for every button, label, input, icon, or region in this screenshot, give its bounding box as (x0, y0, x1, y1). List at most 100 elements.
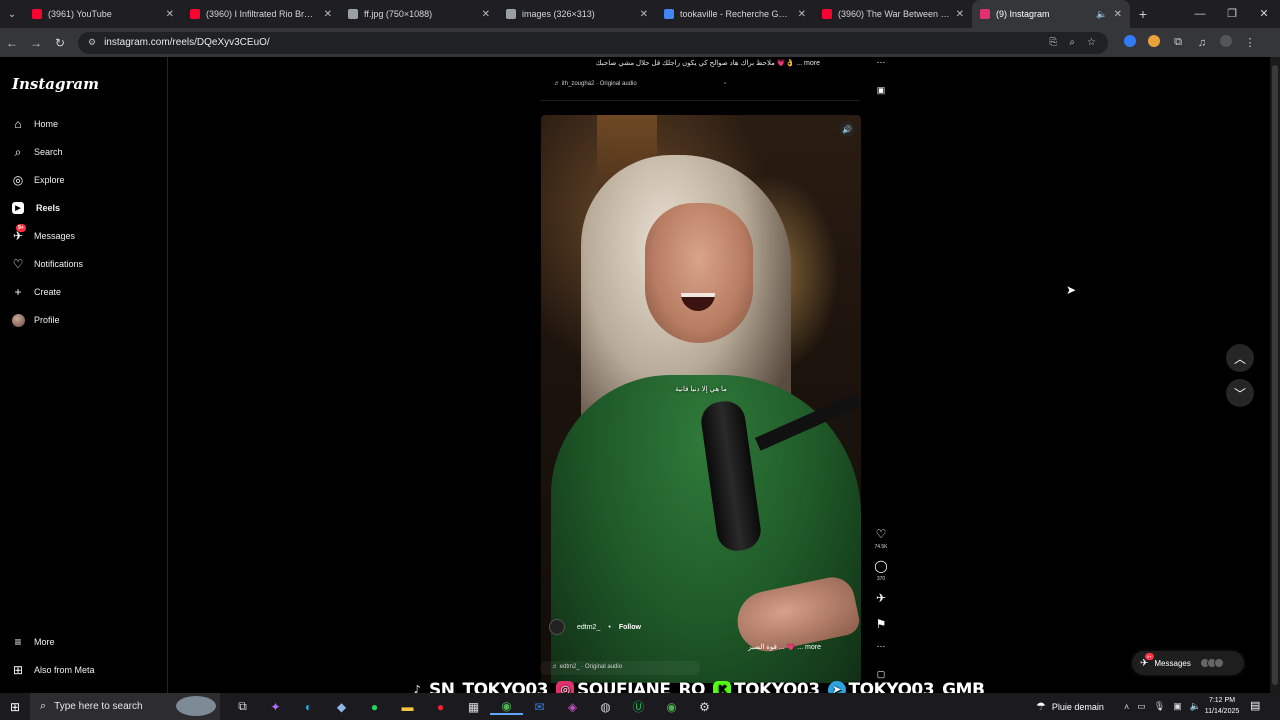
previous-reel-audio-thumb[interactable]: ▫ (724, 81, 726, 87)
close-window-icon[interactable]: ✕ (1248, 0, 1280, 28)
reels-feed[interactable]: ملاحظ براك هاد صوالح كي يكون راجلك قل حل… (168, 57, 1270, 693)
page-scrollbar[interactable] (1270, 57, 1280, 693)
scrollbar-thumb[interactable] (1272, 65, 1278, 685)
avatar[interactable] (549, 619, 565, 635)
forward-icon[interactable]: → (24, 36, 48, 50)
zoom-icon[interactable]: ⌕ (1069, 37, 1075, 48)
sidebar-item-messages[interactable]: ✈ 9+ Messages (10, 224, 75, 247)
windows-start-icon[interactable]: ⊞ (0, 700, 30, 714)
back-icon[interactable]: ← (0, 36, 24, 50)
tray-app-icon[interactable]: ▭ (1137, 701, 1146, 712)
sidebar-item-create[interactable]: + Create (10, 281, 61, 303)
weather-widget[interactable]: ☂ Pluie demain (1036, 693, 1104, 720)
sidebar-item-explore[interactable]: ◎ Explore (10, 169, 65, 191)
edge-icon[interactable]: ◐ (292, 700, 325, 714)
browser-tab[interactable]: ff.jpg (750×1088) ✕ (340, 0, 498, 28)
author-username[interactable]: edtm2_ (577, 624, 600, 631)
browser-tab[interactable]: tookaville - Recherche Google ✕ (656, 0, 814, 28)
sidebar-item-profile[interactable]: Profile (10, 309, 60, 331)
extensions-puzzle-icon[interactable]: ⧉ (1166, 36, 1190, 49)
globe-icon (506, 9, 516, 19)
close-tab-icon[interactable]: ✕ (166, 9, 174, 20)
messages-floating-button[interactable]: ✈ 9+ Messages (1132, 651, 1244, 675)
minimize-icon[interactable]: — (1184, 0, 1216, 28)
avatar (10, 312, 26, 328)
browser-tab[interactable]: (9) Instagram 🔈 ✕ (972, 0, 1130, 28)
weather-text: Pluie demain (1051, 701, 1104, 712)
network-icon[interactable]: ▣ (1173, 701, 1182, 712)
reels-icon: ▶ (12, 202, 24, 214)
close-tab-icon[interactable]: ✕ (1114, 9, 1122, 20)
sidebar-item-reels[interactable]: ▶ Reels (10, 197, 60, 219)
sidebar-item-also-from-meta[interactable]: ⊞ Also from Meta (10, 659, 95, 681)
copilot-icon[interactable]: ✦ (259, 700, 292, 714)
more-options-icon[interactable]: ⋯ (868, 641, 894, 652)
extension-blue-icon[interactable] (1118, 35, 1142, 50)
outlook-icon[interactable]: ✉ (523, 700, 556, 714)
browser-tab[interactable]: (3961) YouTube ✕ (24, 0, 182, 28)
instagram-logo[interactable]: Instagram (12, 75, 99, 93)
previous-reel-caption[interactable]: ملاحظ براك هاد صوالح كي يكون راجلك قل حل… (596, 59, 820, 67)
taskbar-clock[interactable]: 7:12 PM 11/14/2025 (1200, 695, 1244, 717)
taskbar-search[interactable]: ⌕ Type here to search (30, 693, 220, 720)
file-explorer-icon[interactable]: ▬ (391, 700, 424, 714)
close-tab-icon[interactable]: ✕ (482, 9, 490, 20)
bookmark-star-icon[interactable]: ☆ (1087, 37, 1096, 48)
messages-label: Messages (1154, 658, 1191, 668)
comment-button[interactable]: ◯ 370 (868, 557, 894, 582)
share-button[interactable]: ✈ (868, 589, 894, 607)
close-tab-icon[interactable]: ✕ (640, 9, 648, 20)
audio-thumbnail-icon[interactable]: ▣ (868, 85, 894, 96)
browser-tab[interactable]: (3960) The War Between "O-Bl ✕ (814, 0, 972, 28)
search-placeholder: Type here to search (54, 701, 143, 712)
chevron-up-icon[interactable]: ˄ (1124, 702, 1129, 712)
sidebar-item-notifications[interactable]: ♡ Notifications (10, 253, 83, 275)
reload-icon[interactable]: ↻ (48, 36, 72, 50)
close-tab-icon[interactable]: ✕ (956, 9, 964, 20)
media-control-icon[interactable]: ♫ (1190, 37, 1214, 49)
sidebar-item-home[interactable]: ⌂ Home (10, 113, 58, 135)
previous-reel-button[interactable]: ︿ (1226, 344, 1254, 372)
like-button[interactable]: ♡ 74.5K (868, 525, 894, 550)
task-view-icon[interactable]: ⧉ (226, 699, 259, 714)
steam-icon[interactable]: ◍ (589, 700, 622, 714)
app-green-icon[interactable]: Ⓤ (622, 698, 655, 715)
save-button[interactable]: ⚑ (868, 615, 894, 633)
microsoft-store-icon[interactable]: ▦ (457, 700, 490, 714)
app-red-icon[interactable]: ● (424, 700, 457, 714)
chrome-icon[interactable]: ◉ (490, 699, 523, 715)
tab-audio-icon[interactable]: 🔈 (1096, 9, 1107, 20)
app-icon[interactable]: ◆ (325, 700, 358, 714)
notification-icon[interactable]: ▤ (1250, 699, 1260, 712)
microphone-icon[interactable]: 🎙 (1154, 701, 1165, 712)
close-tab-icon[interactable]: ✕ (324, 9, 332, 20)
browser-tab[interactable]: images (326×313) ✕ (498, 0, 656, 28)
speaker-icon[interactable]: 🔊 (839, 121, 855, 137)
follow-button[interactable]: Follow (619, 624, 641, 631)
new-tab-button[interactable]: + (1130, 6, 1156, 22)
messages-badge: 9+ (16, 224, 26, 232)
reel-caption[interactable]: قوة الصبر ... 💗 ... more (748, 643, 821, 651)
spotify-icon[interactable]: ● (358, 700, 391, 714)
more-options-icon[interactable]: ⋯ (868, 57, 894, 68)
restore-icon[interactable]: ❐ (1216, 0, 1248, 28)
close-tab-icon[interactable]: ✕ (798, 9, 806, 20)
sidebar-item-more[interactable]: ≡ More (10, 631, 54, 653)
extension-orange-icon[interactable] (1142, 35, 1166, 50)
reel-audio-label[interactable]: ♬ edtm2_ · Original audio (540, 661, 700, 675)
sidebar-item-search[interactable]: ⌕ Search (10, 141, 63, 163)
tab-search-button[interactable]: ⌄ (0, 0, 24, 28)
chrome-profile-icon[interactable]: ◉ (655, 700, 688, 714)
address-bar[interactable]: ⚙ instagram.com/reels/DQeXyv3CEuO/ ⎘ ⌕ ☆ (78, 31, 1108, 54)
app-gear-icon[interactable]: ⚙ (688, 700, 721, 714)
install-app-icon[interactable]: ⎘ (1049, 37, 1057, 48)
browser-tab[interactable]: (3960) I Infiltrated Rio Brazil's M ✕ (182, 0, 340, 28)
next-reel-button[interactable]: ﹀ (1226, 379, 1254, 407)
site-info-icon[interactable]: ⚙ (88, 37, 96, 48)
browser-menu-icon[interactable]: ⋮ (1238, 36, 1262, 49)
previous-reel-audio[interactable]: ♬ ith_zougha2 · Original audio (554, 81, 637, 87)
url-text[interactable]: instagram.com/reels/DQeXyv3CEuO/ (104, 37, 1049, 48)
reel-video[interactable]: ما هي إلا دنيا فانية 🔊 edtm2_ • Follow ق… (541, 115, 861, 683)
profile-avatar-icon[interactable] (1214, 35, 1238, 50)
app-purple-icon[interactable]: ◈ (556, 700, 589, 714)
